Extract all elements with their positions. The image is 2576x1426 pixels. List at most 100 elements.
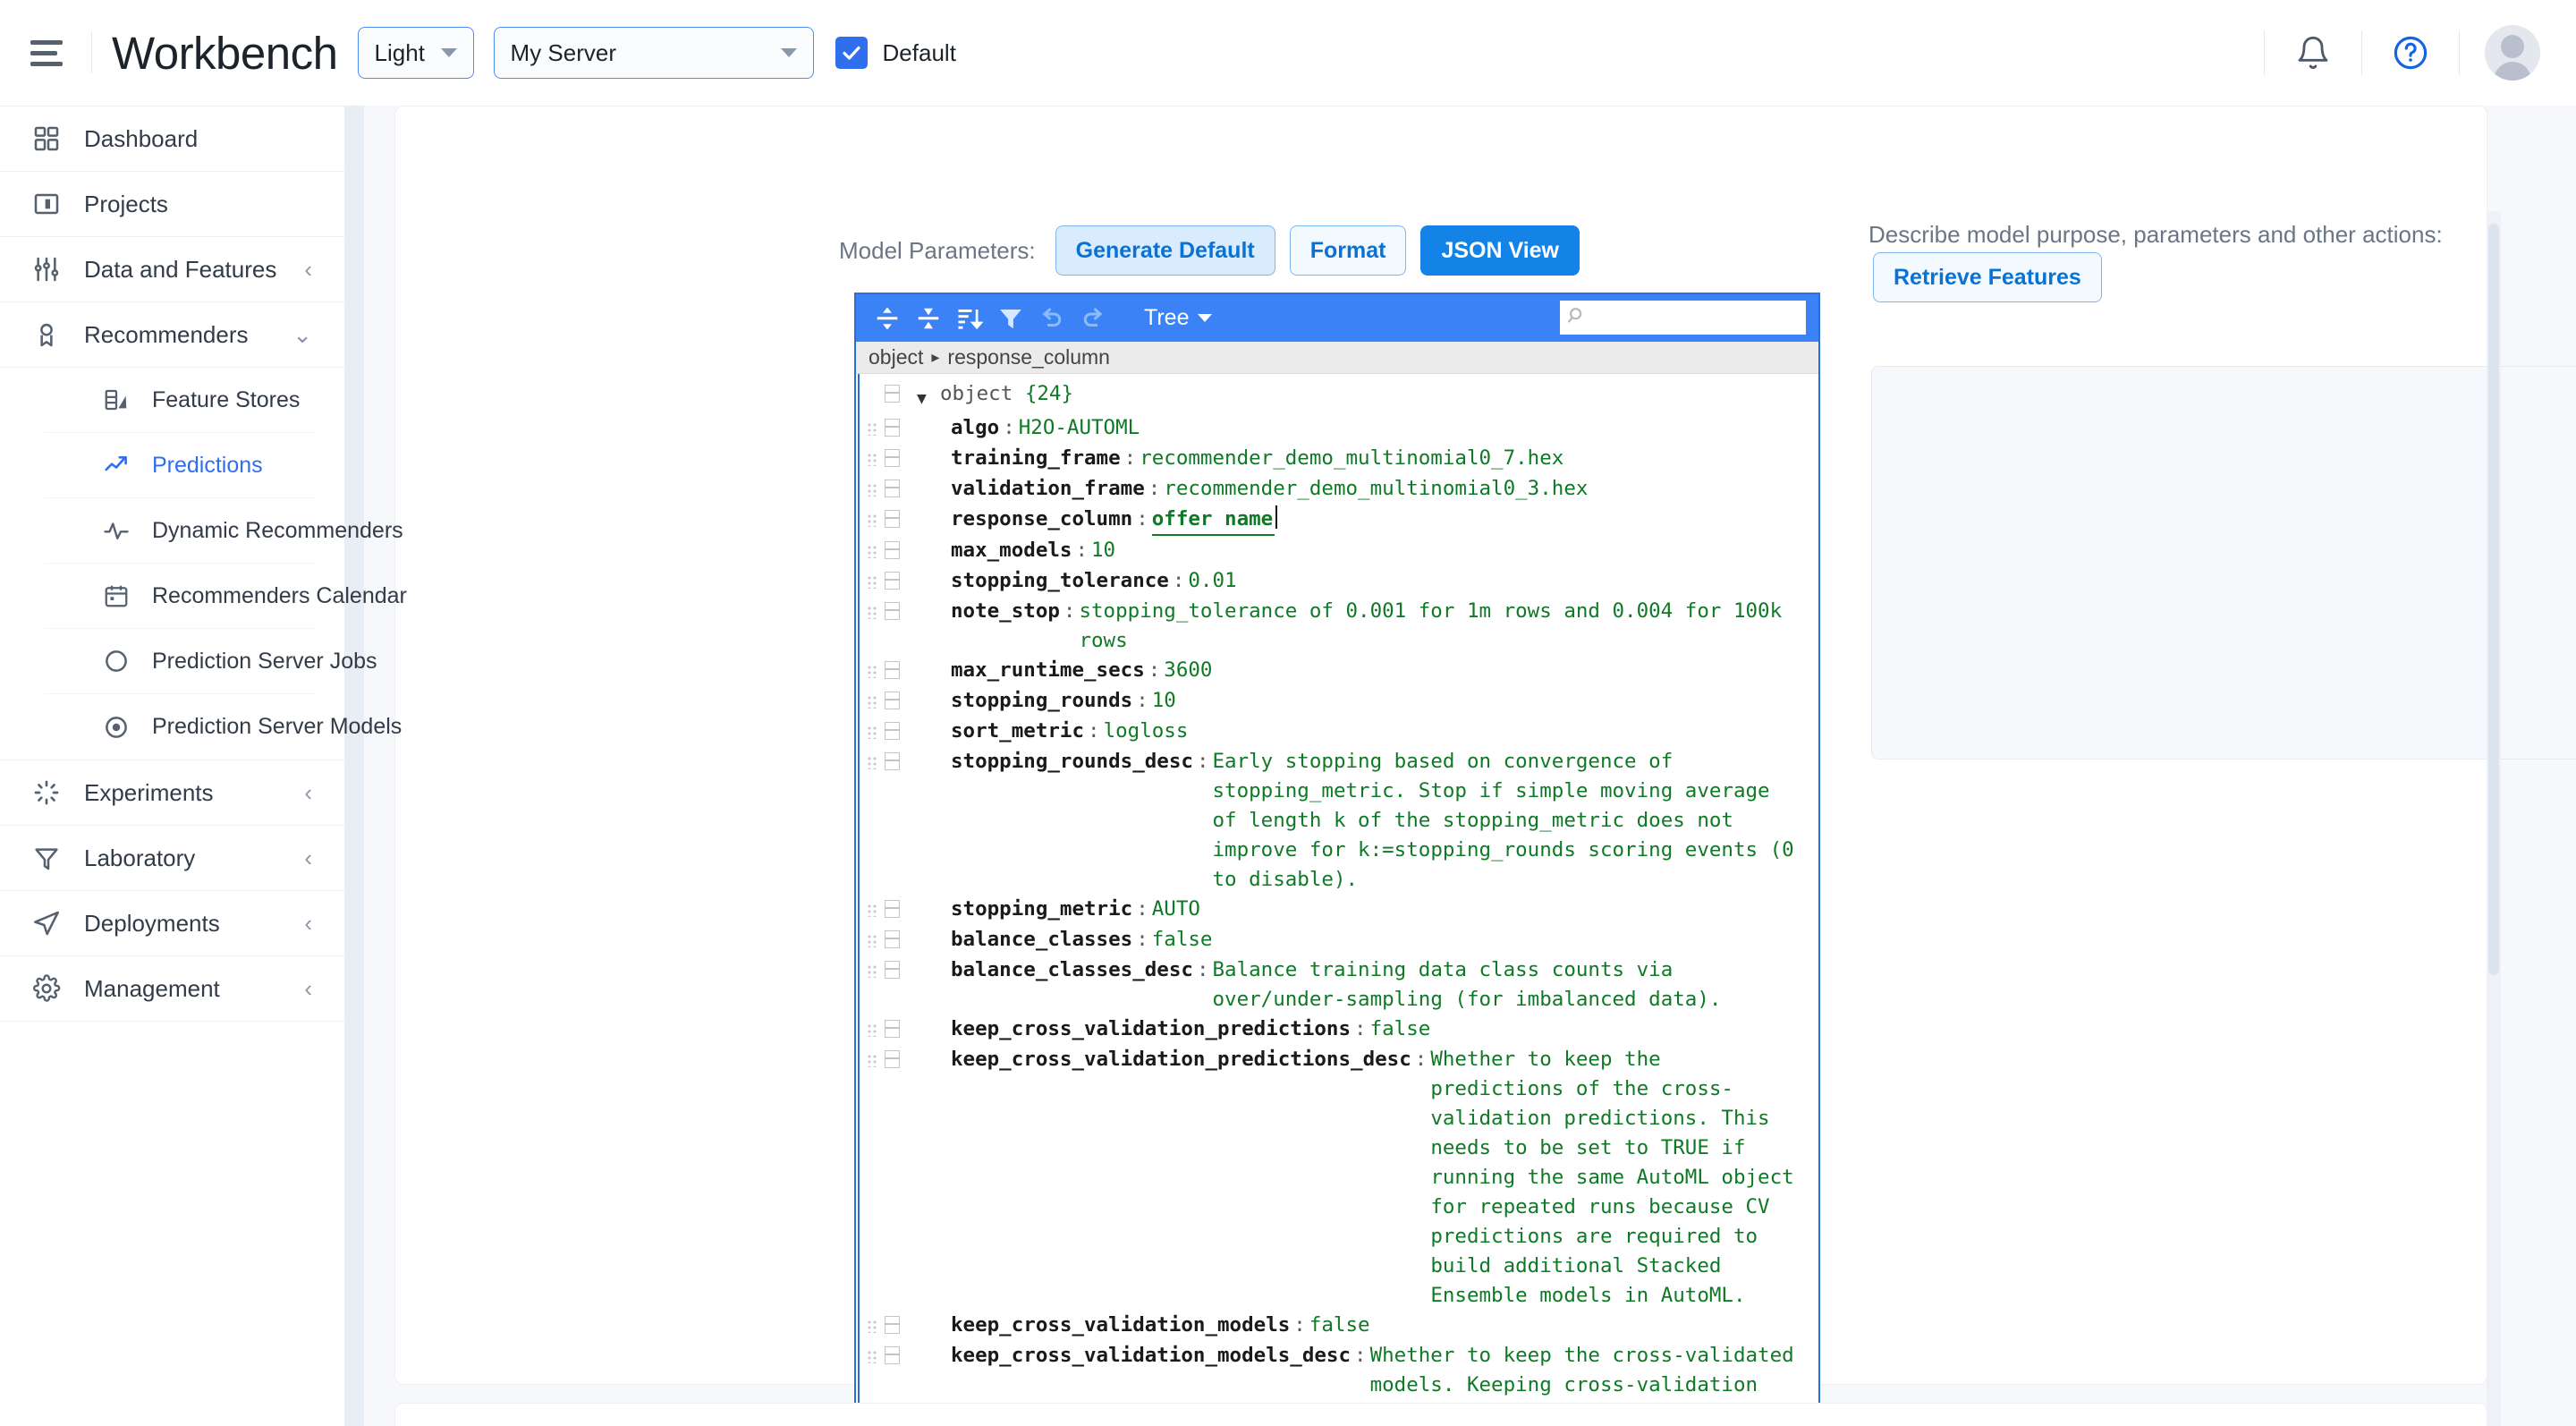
drag-handle[interactable] <box>861 445 885 474</box>
json-value[interactable]: Whether to keep the predictions of the c… <box>1430 1045 1793 1311</box>
json-value[interactable]: Early stopping based on convergence of s… <box>1212 747 1793 895</box>
json-key[interactable]: keep_cross_validation_predictions_desc <box>951 1045 1411 1074</box>
sidebar-item-dynamic-recommenders[interactable]: Dynamic Recommenders <box>45 498 403 564</box>
json-key[interactable]: balance_classes_desc <box>951 955 1193 985</box>
drag-handle[interactable] <box>861 1046 885 1075</box>
json-row[interactable]: training_frame: recommender_demo_multinom… <box>856 444 1818 474</box>
node-toggle-icon[interactable] <box>885 692 911 709</box>
drag-handle[interactable] <box>861 717 885 747</box>
node-toggle-icon[interactable] <box>885 722 911 740</box>
node-toggle-icon[interactable] <box>885 961 911 979</box>
filter-icon[interactable] <box>990 299 1031 338</box>
json-row[interactable]: note_stop: stopping_tolerance of 0.001 fo… <box>856 597 1818 656</box>
drag-handle[interactable] <box>861 687 885 717</box>
json-key[interactable]: response_column <box>951 505 1132 534</box>
sidebar-item-projects[interactable]: Projects <box>0 172 344 237</box>
theme-select[interactable]: Light <box>357 27 474 79</box>
json-row-root[interactable]: ▼ object {24} <box>856 379 1818 413</box>
node-toggle-icon[interactable] <box>885 572 911 590</box>
node-toggle-icon[interactable] <box>885 480 911 497</box>
json-key[interactable]: stopping_rounds <box>951 686 1132 716</box>
drag-handle[interactable] <box>861 1311 885 1341</box>
json-value[interactable]: Balance training data class counts via o… <box>1212 955 1721 1014</box>
json-key[interactable]: max_models <box>951 536 1072 565</box>
node-toggle-icon[interactable] <box>885 1346 911 1364</box>
json-key[interactable]: sort_metric <box>951 717 1084 746</box>
json-row[interactable]: keep_cross_validation_models: false <box>856 1311 1818 1341</box>
json-key[interactable]: stopping_rounds_desc <box>951 747 1193 777</box>
json-key[interactable]: keep_cross_validation_models_desc <box>951 1341 1351 1371</box>
sidebar-item-management[interactable]: Management ‹ <box>0 956 344 1022</box>
json-row[interactable]: stopping_rounds:10 <box>856 686 1818 717</box>
json-row[interactable]: max_runtime_secs:3600 <box>856 656 1818 686</box>
sidebar-item-deployments[interactable]: Deployments ‹ <box>0 891 344 956</box>
json-value[interactable]: false <box>1152 925 1213 955</box>
json-value[interactable]: 10 <box>1152 686 1176 716</box>
drag-handle[interactable] <box>861 1015 885 1045</box>
json-key[interactable]: balance_classes <box>951 925 1132 955</box>
json-value[interactable]: false <box>1370 1014 1431 1044</box>
content-scrollbar-thumb[interactable] <box>2488 224 2499 975</box>
collapse-all-icon[interactable] <box>908 299 949 338</box>
json-row[interactable]: max_models:10 <box>856 536 1818 566</box>
json-row[interactable]: response_column: offer name <box>856 505 1818 536</box>
drag-handle[interactable] <box>861 956 885 986</box>
sidebar-item-data-and-features[interactable]: Data and Features ‹ <box>0 237 344 302</box>
node-toggle-icon[interactable] <box>885 419 911 437</box>
node-toggle-icon[interactable] <box>885 541 911 559</box>
json-editor-mode-select[interactable]: Tree <box>1144 305 1213 331</box>
json-value[interactable]: stopping_tolerance of 0.001 for 1m rows … <box>1079 597 1782 656</box>
breadcrumb-leaf[interactable]: response_column <box>947 345 1110 369</box>
json-row[interactable]: stopping_tolerance:0.01 <box>856 566 1818 597</box>
drag-handle[interactable] <box>861 895 885 925</box>
node-toggle-icon[interactable] <box>885 1316 911 1334</box>
json-row[interactable]: sort_metric: logloss <box>856 717 1818 747</box>
expand-toggle-icon[interactable]: ▼ <box>917 384 940 413</box>
json-key[interactable]: training_frame <box>951 444 1121 473</box>
hamburger-icon[interactable] <box>30 32 72 73</box>
json-key[interactable]: algo <box>951 413 999 443</box>
default-checkbox[interactable] <box>835 37 868 69</box>
bell-icon[interactable] <box>2290 30 2336 76</box>
drag-handle[interactable] <box>861 748 885 777</box>
json-editor-search[interactable] <box>1560 301 1818 335</box>
json-row[interactable]: keep_cross_validation_predictions_desc: W… <box>856 1045 1818 1311</box>
json-key[interactable]: validation_frame <box>951 474 1145 504</box>
json-row[interactable]: validation_frame: recommender_demo_multin… <box>856 474 1818 505</box>
json-key[interactable]: max_runtime_secs <box>951 656 1145 685</box>
sidebar-item-recommenders-calendar[interactable]: Recommenders Calendar <box>45 564 407 629</box>
drag-handle[interactable] <box>861 414 885 444</box>
drag-handle[interactable] <box>861 537 885 566</box>
drag-handle[interactable] <box>861 1342 885 1371</box>
json-row[interactable]: balance_classes: false <box>856 925 1818 955</box>
drag-handle[interactable] <box>861 926 885 955</box>
generate-default-button[interactable]: Generate Default <box>1055 225 1275 276</box>
json-value[interactable]: 0.01 <box>1188 566 1236 596</box>
node-toggle-icon[interactable] <box>885 930 911 948</box>
sidebar-item-prediction-server-jobs[interactable]: Prediction Server Jobs <box>45 629 377 694</box>
format-button[interactable]: Format <box>1289 225 1407 276</box>
json-tree-body[interactable]: ▼ object {24} algo: H2O-AUTOML training_fram… <box>856 374 1818 1426</box>
json-key[interactable]: stopping_metric <box>951 895 1132 924</box>
json-key[interactable]: stopping_tolerance <box>951 566 1169 596</box>
node-toggle-icon[interactable] <box>885 449 911 467</box>
drag-handle[interactable] <box>861 598 885 627</box>
question-circle-icon[interactable] <box>2387 30 2434 76</box>
json-key[interactable]: keep_cross_validation_predictions <box>951 1014 1351 1044</box>
node-toggle-icon[interactable] <box>885 900 911 918</box>
sidebar-item-prediction-server-models[interactable]: Prediction Server Models <box>45 694 402 760</box>
json-value[interactable]: recommender_demo_multinomial0_3.hex <box>1164 474 1588 504</box>
json-value[interactable]: offer name <box>1151 505 1278 536</box>
node-toggle-icon[interactable] <box>885 1050 911 1068</box>
expand-all-icon[interactable] <box>867 299 908 338</box>
json-view-button[interactable]: JSON View <box>1420 225 1580 276</box>
json-row[interactable]: keep_cross_validation_predictions: false <box>856 1014 1818 1045</box>
json-value[interactable]: AUTO <box>1152 895 1200 924</box>
json-value[interactable]: 3600 <box>1164 656 1212 685</box>
avatar[interactable] <box>2485 25 2540 81</box>
search-input[interactable] <box>1592 307 1818 328</box>
node-toggle-icon[interactable] <box>885 510 911 528</box>
sidebar-item-experiments[interactable]: Experiments ‹ <box>0 760 344 826</box>
drag-handle[interactable] <box>861 475 885 505</box>
node-toggle-icon[interactable] <box>885 602 911 620</box>
